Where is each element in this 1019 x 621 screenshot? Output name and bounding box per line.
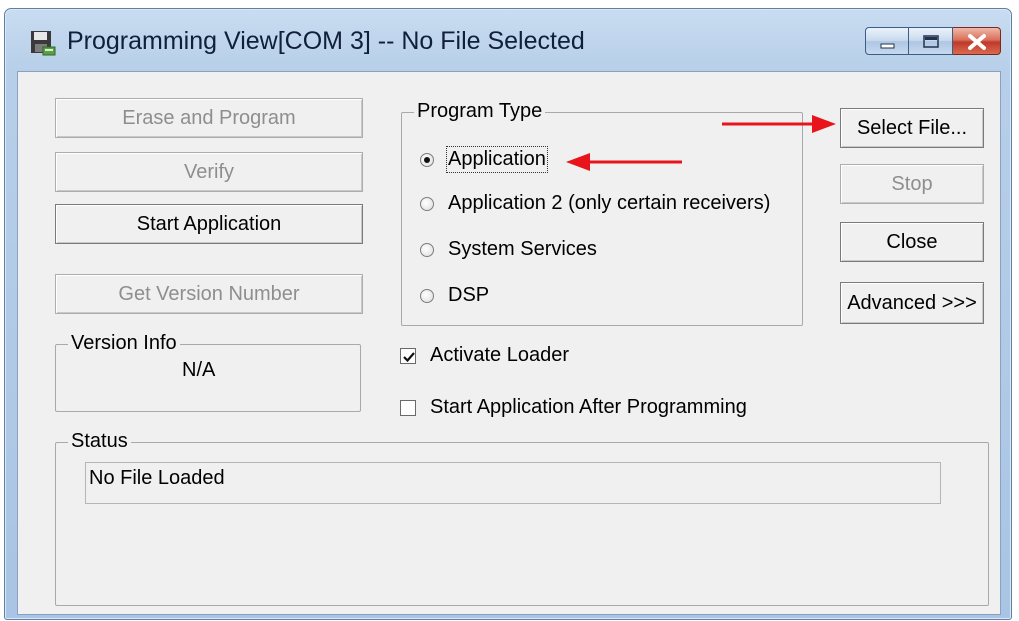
status-message-field: No File Loaded (85, 462, 941, 504)
activate-loader-label: Activate Loader (430, 344, 569, 366)
close-icon (968, 34, 986, 50)
start-after-programming-checkbox-row[interactable]: Start Application After Programming (400, 396, 747, 419)
advanced-button[interactable]: Advanced >>> (840, 282, 984, 324)
maximize-icon (923, 35, 939, 48)
select-file-button[interactable]: Select File... (840, 108, 984, 148)
dialog-client-area: Erase and Program Verify Start Applicati… (17, 71, 1001, 615)
program-type-label: Program Type (414, 100, 546, 123)
radio-system-services[interactable]: System Services (420, 238, 597, 261)
programming-view-window: Programming View[COM 3] -- No File Selec… (4, 8, 1012, 620)
maximize-button[interactable] (909, 27, 953, 55)
activate-loader-checkbox[interactable] (400, 347, 416, 364)
version-info-label: Version Info (68, 332, 180, 355)
close-window-button[interactable] (953, 27, 1001, 55)
close-button[interactable]: Close (840, 222, 984, 262)
verify-button[interactable]: Verify (55, 152, 363, 192)
caption-buttons (865, 27, 1001, 57)
checkmark-icon (403, 351, 415, 362)
annotation-arrow-to-select-file (722, 115, 836, 133)
radio-button[interactable] (420, 288, 434, 303)
start-after-programming-checkbox[interactable] (400, 399, 416, 416)
radio-dsp[interactable]: DSP (420, 284, 489, 307)
activate-loader-checkbox-row[interactable]: Activate Loader (400, 344, 569, 367)
minimize-icon (880, 43, 895, 49)
annotation-arrow-to-application (566, 153, 682, 171)
title-bar[interactable]: Programming View[COM 3] -- No File Selec… (5, 9, 1011, 71)
radio-system-services-label: System Services (448, 238, 597, 260)
radio-application-2[interactable]: Application 2 (only certain receivers) (420, 192, 770, 215)
radio-button[interactable] (420, 242, 434, 257)
floppy-disk-icon (29, 29, 57, 57)
radio-application-2-label: Application 2 (only certain receivers) (448, 192, 771, 214)
radio-button[interactable] (420, 152, 434, 167)
radio-selected-dot (424, 156, 430, 163)
status-label: Status (68, 430, 131, 453)
start-application-button[interactable]: Start Application (55, 204, 363, 244)
version-info-group: Version Info N/A (55, 332, 361, 412)
get-version-number-button[interactable]: Get Version Number (55, 274, 363, 314)
stop-button[interactable]: Stop (840, 164, 984, 204)
radio-application-label: Application (446, 146, 548, 173)
radio-dsp-label: DSP (448, 284, 490, 306)
erase-and-program-button[interactable]: Erase and Program (55, 98, 363, 138)
radio-button[interactable] (420, 196, 434, 211)
minimize-button[interactable] (865, 27, 909, 55)
radio-application[interactable]: Application (420, 146, 548, 173)
version-info-value: N/A (182, 359, 216, 381)
start-after-programming-label: Start Application After Programming (430, 396, 747, 418)
window-title: Programming View[COM 3] -- No File Selec… (67, 27, 585, 55)
